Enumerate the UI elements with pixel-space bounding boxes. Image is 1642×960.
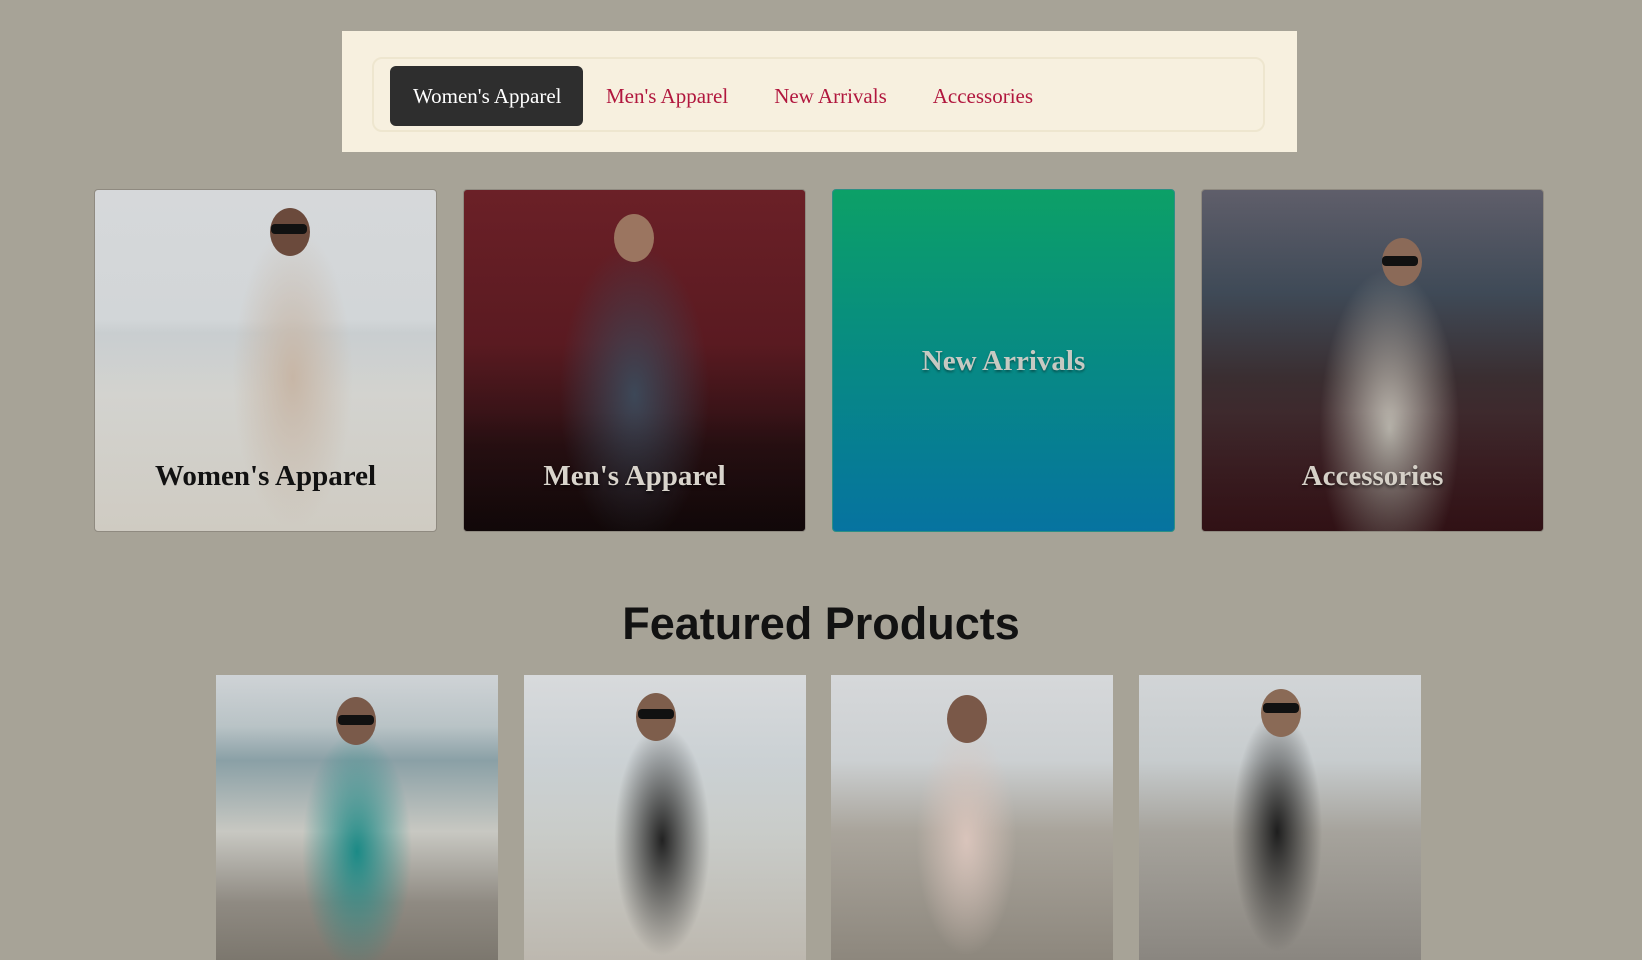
product-card[interactable] — [524, 675, 806, 960]
model-sunglasses — [338, 715, 374, 725]
category-label: Women's Apparel — [154, 460, 377, 492]
nav-bar: Women's Apparel Men's Apparel New Arriva… — [372, 57, 1265, 132]
nav-item-mens-apparel[interactable]: Men's Apparel — [583, 66, 751, 126]
category-label: Accessories — [1301, 460, 1444, 492]
nav-item-accessories[interactable]: Accessories — [910, 66, 1056, 126]
category-tile-accessories[interactable]: Accessories — [1201, 189, 1544, 532]
model-photo — [1261, 689, 1301, 737]
nav-item-womens-apparel[interactable]: Women's Apparel — [390, 66, 583, 126]
top-navigation: Women's Apparel Men's Apparel New Arriva… — [342, 31, 1297, 152]
model-sunglasses — [638, 709, 674, 719]
category-label: New Arrivals — [921, 345, 1086, 377]
product-card[interactable] — [831, 675, 1113, 960]
nav-list: Women's Apparel Men's Apparel New Arriva… — [390, 66, 1056, 126]
nav-item-new-arrivals[interactable]: New Arrivals — [751, 66, 910, 126]
product-card[interactable] — [216, 675, 498, 960]
model-sunglasses — [271, 224, 307, 234]
model-photo — [614, 214, 654, 262]
category-tile-womens-apparel[interactable]: Women's Apparel — [94, 189, 437, 532]
category-label: Men's Apparel — [543, 460, 726, 492]
category-tile-new-arrivals[interactable]: New Arrivals — [832, 189, 1175, 532]
category-tile-mens-apparel[interactable]: Men's Apparel — [463, 189, 806, 532]
model-sunglasses — [1382, 256, 1418, 266]
featured-products-heading: Featured Products — [622, 598, 1020, 649]
model-photo — [947, 695, 987, 743]
model-sunglasses — [1263, 703, 1299, 713]
product-card[interactable] — [1139, 675, 1421, 960]
